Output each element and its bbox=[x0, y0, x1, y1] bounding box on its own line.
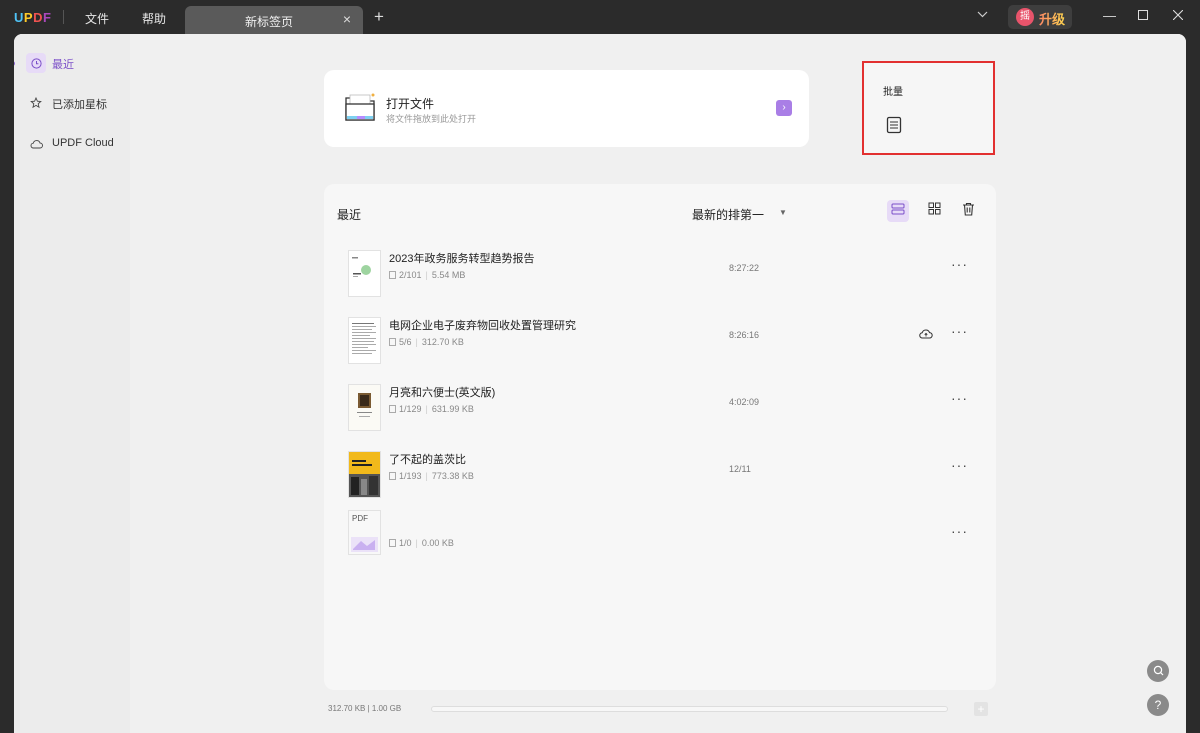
file-name: 2023年政务服务转型趋势报告 bbox=[389, 253, 535, 265]
cloud-icon bbox=[26, 134, 46, 154]
sidebar-item-recent[interactable]: 最近 bbox=[26, 53, 126, 75]
file-pages: 1/0 bbox=[399, 538, 412, 548]
divider bbox=[63, 10, 64, 24]
file-pages: 5/6 bbox=[399, 337, 412, 347]
file-pages: 1/193 bbox=[399, 471, 422, 481]
clock-icon bbox=[26, 53, 46, 73]
star-icon bbox=[26, 93, 46, 113]
file-row[interactable]: 2023年政务服务转型趋势报告 2/101 | 5.54 MB 8:27:22 ··… bbox=[324, 250, 996, 316]
file-meta: 1/193 | 773.38 KB bbox=[389, 471, 474, 481]
file-thumbnail bbox=[348, 250, 381, 297]
upgrade-label: 升级 bbox=[1039, 9, 1065, 28]
title-bar: UPDF 文件 帮助 新标签页 × + 摇 升级 — bbox=[0, 0, 1200, 34]
file-name: 月亮和六便士(英文版) bbox=[389, 387, 496, 399]
page-icon bbox=[389, 271, 396, 279]
minimize-icon[interactable]: — bbox=[1103, 9, 1116, 23]
main-content: 打开文件 将文件拖放到此处打开 › 批量 最近 最新的排第一 ▼ 2023年政务… bbox=[130, 34, 1186, 733]
pdf-file-icon: PDF bbox=[348, 510, 381, 555]
page-icon bbox=[389, 539, 396, 547]
avatar: 摇 bbox=[1016, 8, 1034, 26]
file-meta: 1/0 | 0.00 KB bbox=[389, 538, 454, 548]
sidebar-item-label: UPDF Cloud bbox=[52, 137, 114, 149]
list-view-button[interactable] bbox=[887, 200, 909, 222]
file-size: 773.38 KB bbox=[431, 471, 474, 481]
file-row[interactable]: PDF 1/0 | 0.00 KB ··· bbox=[324, 510, 996, 576]
delete-button[interactable] bbox=[957, 200, 979, 222]
window-close-icon[interactable] bbox=[1172, 9, 1184, 23]
open-file-card[interactable]: 打开文件 将文件拖放到此处打开 › bbox=[324, 70, 809, 147]
sidebar-item-label: 最近 bbox=[52, 59, 74, 71]
file-size: 312.70 KB bbox=[421, 337, 464, 347]
file-size: 0.00 KB bbox=[421, 538, 454, 548]
help-button[interactable]: ? bbox=[1147, 694, 1169, 716]
app-logo: UPDF bbox=[14, 10, 52, 25]
app-window: 最近 已添加星标 UPDF Cloud 打开文件 将文件拖放到此处打开 › 批量… bbox=[14, 34, 1186, 733]
search-button[interactable] bbox=[1147, 660, 1169, 682]
open-file-title: 打开文件 bbox=[386, 97, 435, 111]
pdf-label: PDF bbox=[352, 514, 368, 523]
question-icon: ? bbox=[1154, 698, 1162, 712]
file-row[interactable]: 月亮和六便士(英文版) 1/129 | 631.99 KB 4:02:09 ··· bbox=[324, 384, 996, 450]
search-icon bbox=[1153, 664, 1164, 678]
maximize-icon[interactable] bbox=[1138, 9, 1148, 23]
sidebar-item-starred[interactable]: 已添加星标 bbox=[26, 93, 126, 115]
more-options-button[interactable]: ··· bbox=[951, 457, 968, 473]
more-options-button[interactable]: ··· bbox=[951, 390, 968, 406]
close-icon[interactable]: × bbox=[343, 11, 351, 27]
open-file-arrow-button[interactable]: › bbox=[776, 100, 792, 116]
file-time: 12/11 bbox=[729, 464, 751, 474]
add-storage-button[interactable]: + bbox=[974, 702, 988, 716]
file-pages: 2/101 bbox=[399, 270, 422, 280]
storage-progress-bar bbox=[431, 706, 948, 712]
storage-usage-text: 312.70 KB | 1.00 GB bbox=[328, 704, 402, 713]
sidebar: 最近 已添加星标 UPDF Cloud bbox=[14, 34, 130, 733]
menu-help[interactable]: 帮助 bbox=[142, 10, 166, 27]
more-options-button[interactable]: ··· bbox=[951, 256, 968, 272]
file-pages: 1/129 bbox=[399, 404, 422, 414]
recent-panel: 最近 最新的排第一 ▼ 2023年政务服务转型趋势报告 2/101 | 5.54… bbox=[324, 184, 996, 690]
grid-view-button[interactable] bbox=[923, 200, 945, 222]
file-meta: 2/101 | 5.54 MB bbox=[389, 270, 465, 280]
file-time: 4:02:09 bbox=[729, 397, 760, 407]
file-thumbnail bbox=[348, 451, 381, 498]
sidebar-item-cloud[interactable]: UPDF Cloud bbox=[26, 134, 126, 156]
page-icon bbox=[389, 405, 396, 413]
file-time: 8:26:16 bbox=[729, 330, 760, 340]
file-size: 631.99 KB bbox=[431, 404, 474, 414]
caret-down-icon[interactable]: ▼ bbox=[779, 208, 787, 217]
recent-title: 最近 bbox=[337, 208, 362, 222]
page-icon bbox=[389, 338, 396, 346]
active-indicator bbox=[14, 61, 15, 66]
sort-dropdown[interactable]: 最新的排第一 bbox=[692, 206, 764, 223]
add-tab-icon[interactable]: + bbox=[374, 8, 384, 25]
cloud-upload-icon[interactable] bbox=[919, 326, 933, 344]
upgrade-button[interactable]: 摇 升级 bbox=[1008, 5, 1072, 29]
more-options-button[interactable]: ··· bbox=[951, 523, 968, 539]
open-file-subtitle: 将文件拖放到此处打开 bbox=[386, 114, 477, 124]
list-view-icon bbox=[891, 202, 905, 220]
tab-new-tab[interactable]: 新标签页 × bbox=[185, 6, 363, 34]
chevron-down-icon[interactable] bbox=[977, 9, 988, 21]
tab-title: 新标签页 bbox=[245, 15, 294, 29]
file-size: 5.54 MB bbox=[431, 270, 466, 280]
file-name: 了不起的盖茨比 bbox=[389, 454, 466, 466]
file-row[interactable]: 了不起的盖茨比 1/193 | 773.38 KB 12/11 ··· bbox=[324, 451, 996, 517]
batch-title: 批量 bbox=[883, 87, 903, 98]
menu-file[interactable]: 文件 bbox=[85, 10, 109, 27]
file-thumbnail bbox=[348, 384, 381, 431]
sidebar-item-label: 已添加星标 bbox=[52, 99, 107, 111]
file-thumbnail bbox=[348, 317, 381, 364]
more-options-button[interactable]: ··· bbox=[951, 323, 968, 339]
file-time: 8:27:22 bbox=[729, 263, 760, 273]
file-name: 电网企业电子废弃物回收处置管理研究 bbox=[389, 320, 576, 332]
batch-card[interactable]: 批量 bbox=[862, 61, 995, 155]
page-icon bbox=[389, 472, 396, 480]
grid-view-icon bbox=[928, 202, 941, 220]
trash-icon bbox=[962, 202, 975, 221]
folder-icon bbox=[344, 92, 378, 129]
file-meta: 1/129 | 631.99 KB bbox=[389, 404, 474, 414]
file-meta: 5/6 | 312.70 KB bbox=[389, 337, 464, 347]
batch-document-icon[interactable] bbox=[886, 116, 902, 139]
file-row[interactable]: 电网企业电子废弃物回收处置管理研究 5/6 | 312.70 KB 8:26:16 … bbox=[324, 317, 996, 383]
